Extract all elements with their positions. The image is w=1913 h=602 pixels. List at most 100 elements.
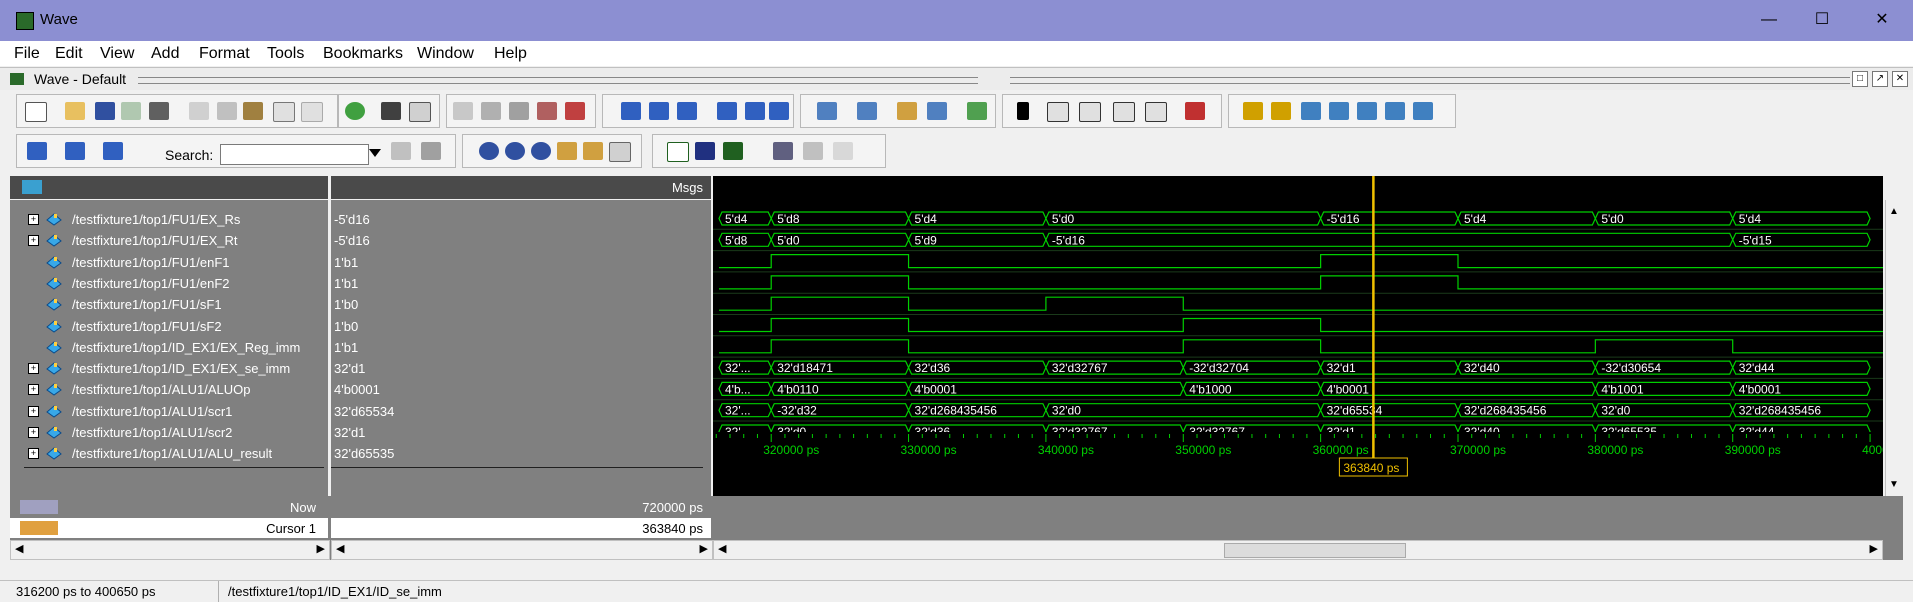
expand-icon[interactable]: +: [28, 448, 39, 460]
search-prev-icon[interactable]: [391, 142, 411, 160]
signal-value-row[interactable]: -5'd16: [331, 230, 711, 251]
close-button[interactable]: ✕: [1860, 6, 1904, 34]
signal-value-row[interactable]: 32'd65534: [331, 401, 711, 422]
expand-icon[interactable]: +: [28, 235, 39, 247]
step-over-icon[interactable]: [649, 102, 669, 120]
wave-scroll-thumb[interactable]: [1224, 543, 1406, 558]
signal-filter-icon[interactable]: [22, 180, 42, 194]
signal-row[interactable]: /testfixture1/top1/FU1/sF2: [10, 316, 328, 337]
signal-value-row[interactable]: 32'd1: [331, 358, 711, 379]
expand-icon[interactable]: +: [28, 214, 39, 225]
edge-last-icon[interactable]: [1385, 102, 1405, 120]
edge-fall-icon[interactable]: [1329, 102, 1349, 120]
zoom-cursor-icon[interactable]: [557, 142, 577, 160]
run-icon[interactable]: [817, 102, 837, 120]
signal-value-row[interactable]: 1'b1: [331, 337, 711, 358]
redo-icon[interactable]: [301, 102, 323, 122]
copy-icon[interactable]: [217, 102, 237, 120]
panel-close-icon[interactable]: ✕: [1892, 71, 1908, 87]
zoom-in-icon[interactable]: [479, 142, 499, 160]
run-all-icon[interactable]: [857, 102, 877, 120]
wave-horizontal-scrollbar[interactable]: ◀ ▶: [713, 540, 1883, 560]
signal-row[interactable]: + /testfixture1/top1/FU1/EX_Rs: [10, 209, 328, 230]
display-edge-icon[interactable]: [803, 142, 823, 160]
menu-format[interactable]: Format: [199, 45, 250, 63]
menu-edit[interactable]: Edit: [55, 45, 83, 63]
insert-between-icon[interactable]: [65, 142, 85, 160]
save-icon[interactable]: [95, 102, 115, 120]
step-out-icon[interactable]: [769, 102, 789, 120]
menu-add[interactable]: Add: [151, 45, 179, 63]
insert-after-icon[interactable]: [103, 142, 123, 160]
expand-icon[interactable]: +: [28, 363, 39, 375]
signal-value-row[interactable]: 1'b0: [331, 316, 711, 337]
step-up-icon[interactable]: [677, 102, 697, 120]
waveform-view[interactable]: 5'd4 5'd8 5'd4 5'd0 -5'd16 5'd4 5'd0 5'd4 5'd8 5'…: [713, 176, 1883, 496]
minimize-button[interactable]: —: [1747, 6, 1791, 34]
signal-value-row[interactable]: 4'b0001: [331, 379, 711, 400]
scroll-right-icon[interactable]: ▶: [1870, 542, 1878, 555]
zoom-last-icon[interactable]: [609, 142, 631, 162]
find-icon[interactable]: [381, 102, 401, 120]
now-icons[interactable]: [20, 500, 58, 514]
paste-icon[interactable]: [243, 102, 263, 120]
signal-row[interactable]: /testfixture1/top1/ID_EX1/EX_Reg_imm: [10, 337, 328, 358]
name-horizontal-scrollbar[interactable]: ◀ ▶: [10, 540, 330, 560]
step-continue-icon[interactable]: [745, 102, 765, 120]
print-icon[interactable]: [149, 102, 169, 120]
stop-icon[interactable]: [1185, 102, 1205, 120]
select-mode-icon[interactable]: [1017, 102, 1029, 120]
continue-icon[interactable]: [897, 102, 917, 120]
new-icon[interactable]: [25, 102, 47, 122]
panel-dock-icon[interactable]: □: [1852, 71, 1868, 87]
menu-view[interactable]: View: [100, 45, 134, 63]
add-icon[interactable]: [345, 102, 365, 120]
waveform-canvas[interactable]: 5'd4 5'd8 5'd4 5'd0 -5'd16 5'd4 5'd0 5'd4 5'd8 5'…: [713, 176, 1883, 496]
scroll-down-icon[interactable]: ▼: [1889, 479, 1899, 490]
zoom-full-icon[interactable]: [531, 142, 551, 160]
run-length-icon[interactable]: [927, 102, 947, 120]
edit-mode-icon[interactable]: [1145, 102, 1167, 122]
pan-mode-icon[interactable]: [1079, 102, 1101, 122]
signal-row[interactable]: + /testfixture1/top1/FU1/EX_Rt: [10, 230, 328, 251]
edge-any-icon[interactable]: [1357, 102, 1377, 120]
menu-tools[interactable]: Tools: [267, 45, 304, 63]
insert-icon[interactable]: [27, 142, 47, 160]
signal-row[interactable]: /testfixture1/top1/FU1/enF1: [10, 252, 328, 273]
wave-delete-icon[interactable]: [537, 102, 557, 120]
value-horizontal-scrollbar[interactable]: ◀ ▶: [331, 540, 713, 560]
wave-remove-icon[interactable]: [565, 102, 585, 120]
panel-undock-icon[interactable]: ↗: [1872, 71, 1888, 87]
edge-first-icon[interactable]: [1413, 102, 1433, 120]
expand-icon[interactable]: +: [28, 384, 39, 396]
signal-value-row[interactable]: 32'd65535: [331, 443, 711, 464]
edge-next-icon[interactable]: [1271, 102, 1291, 120]
maximize-button[interactable]: ☐: [1800, 6, 1844, 34]
measure-mode-icon[interactable]: [1113, 102, 1135, 122]
expand-icon[interactable]: +: [28, 405, 39, 417]
panel-grip-right[interactable]: [1010, 77, 1850, 84]
menu-file[interactable]: File: [14, 45, 40, 63]
display-cursor-icon[interactable]: [667, 142, 689, 162]
scroll-up-icon[interactable]: ▲: [1889, 206, 1899, 217]
waveform-vertical-scrollbar[interactable]: ▲ ▼: [1885, 200, 1904, 496]
zoom-out-icon[interactable]: [505, 142, 525, 160]
reload-icon[interactable]: [121, 102, 141, 120]
display-fill-icon[interactable]: [723, 142, 743, 160]
menu-bookmarks[interactable]: Bookmarks: [323, 45, 403, 63]
signal-row[interactable]: + /testfixture1/top1/ALU1/scr2: [10, 422, 328, 443]
cursor-row[interactable]: Cursor 1: [10, 518, 328, 538]
signal-row[interactable]: + /testfixture1/top1/ALU1/ALU_result: [10, 443, 328, 464]
undo-icon[interactable]: [273, 102, 295, 122]
edge-prev-icon[interactable]: [1243, 102, 1263, 120]
signal-value-row[interactable]: 32'd1: [331, 422, 711, 443]
search-input[interactable]: [220, 144, 369, 165]
break-icon[interactable]: [967, 102, 987, 120]
signal-row[interactable]: + /testfixture1/top1/ALU1/ALUOp: [10, 379, 328, 400]
display-pulse-icon[interactable]: [833, 142, 853, 160]
signal-value-row[interactable]: 1'b1: [331, 273, 711, 294]
scroll-left-icon[interactable]: ◀: [718, 542, 726, 555]
display-grid-icon[interactable]: [773, 142, 793, 160]
search-dropdown-icon[interactable]: [369, 149, 381, 157]
zoom-range-icon[interactable]: [583, 142, 603, 160]
